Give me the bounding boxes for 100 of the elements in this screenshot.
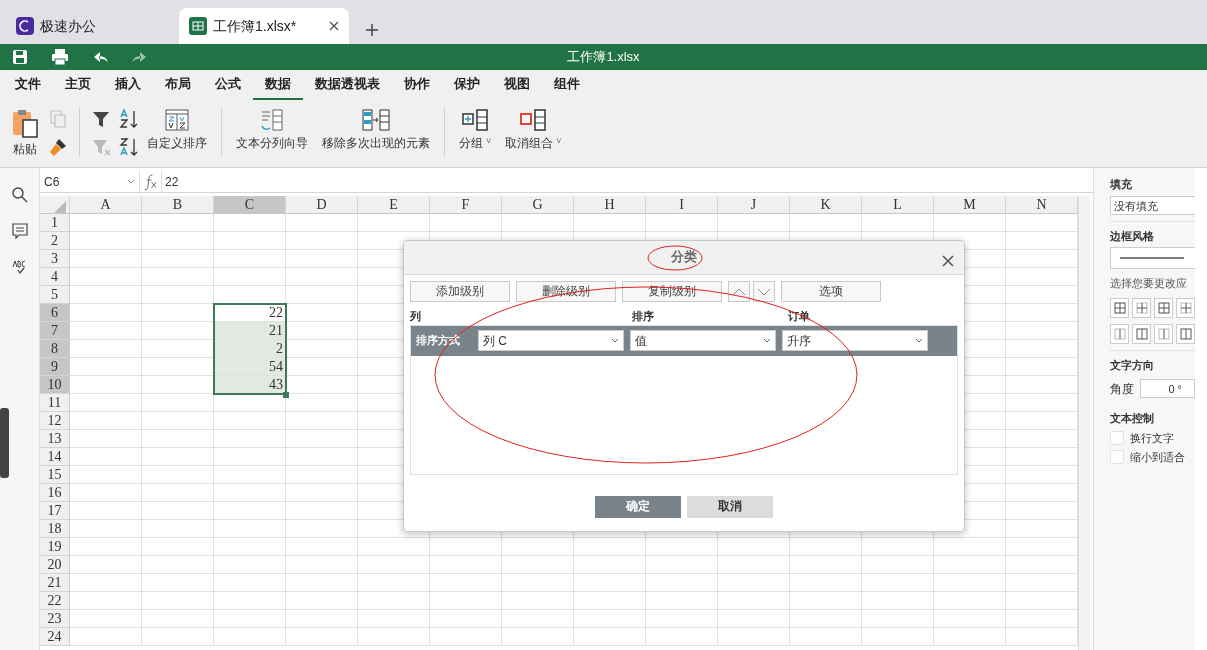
grid-cell[interactable]	[286, 250, 358, 268]
grid-cell[interactable]	[142, 394, 214, 412]
column-header[interactable]: E	[358, 196, 430, 214]
group-button[interactable]: 分组 ˅	[455, 108, 496, 153]
grid-cell[interactable]	[934, 592, 1006, 610]
grid-cell[interactable]	[142, 592, 214, 610]
column-header[interactable]: A	[70, 196, 142, 214]
grid-cell[interactable]	[790, 574, 862, 592]
grid-cell[interactable]	[70, 556, 142, 574]
row-header[interactable]: 20	[40, 556, 70, 574]
row-header[interactable]: 19	[40, 538, 70, 556]
grid-cell[interactable]	[142, 412, 214, 430]
grid-cell[interactable]	[286, 268, 358, 286]
grid-cell[interactable]	[502, 214, 574, 232]
row-header[interactable]: 7	[40, 322, 70, 340]
grid-cell[interactable]	[430, 628, 502, 646]
grid-cell[interactable]	[286, 610, 358, 628]
menu-tab[interactable]: 数据透视表	[303, 70, 392, 100]
grid-cell[interactable]	[358, 628, 430, 646]
grid-cell[interactable]	[142, 556, 214, 574]
grid-cell[interactable]	[214, 520, 286, 538]
row-header[interactable]: 15	[40, 466, 70, 484]
grid-cell[interactable]	[286, 484, 358, 502]
grid-cell[interactable]	[790, 214, 862, 232]
side-handle[interactable]	[0, 408, 9, 478]
grid-cell[interactable]	[646, 628, 718, 646]
grid-cell[interactable]	[862, 574, 934, 592]
row-header[interactable]: 21	[40, 574, 70, 592]
grid-cell[interactable]	[70, 484, 142, 502]
grid-cell[interactable]	[934, 610, 1006, 628]
grid-cell[interactable]	[142, 574, 214, 592]
grid-cell[interactable]	[862, 592, 934, 610]
row-header[interactable]: 24	[40, 628, 70, 646]
grid-cell[interactable]	[142, 430, 214, 448]
grid-cell[interactable]	[790, 610, 862, 628]
grid-cell[interactable]	[862, 610, 934, 628]
grid-cell[interactable]	[214, 232, 286, 250]
menu-tab[interactable]: 协作	[392, 70, 442, 100]
column-header[interactable]: F	[430, 196, 502, 214]
row-header[interactable]: 6	[40, 304, 70, 322]
grid-cell[interactable]	[646, 574, 718, 592]
grid-cell[interactable]	[70, 376, 142, 394]
row-header[interactable]: 16	[40, 484, 70, 502]
grid-cell[interactable]	[934, 538, 1006, 556]
grid-cell[interactable]	[214, 538, 286, 556]
grid-cell[interactable]	[286, 304, 358, 322]
paste-button[interactable]: 粘贴	[6, 108, 44, 159]
row-header[interactable]: 9	[40, 358, 70, 376]
grid-cell[interactable]	[70, 322, 142, 340]
grid-cell[interactable]	[142, 250, 214, 268]
grid-cell[interactable]	[142, 268, 214, 286]
grid-cell[interactable]	[70, 214, 142, 232]
grid-cell[interactable]	[430, 538, 502, 556]
grid-cell[interactable]	[70, 448, 142, 466]
grid-cell[interactable]	[142, 232, 214, 250]
grid-cell[interactable]	[502, 538, 574, 556]
grid-cell[interactable]	[142, 286, 214, 304]
border-option-button[interactable]	[1176, 297, 1195, 318]
column-header[interactable]: L	[862, 196, 934, 214]
border-option-button[interactable]	[1110, 323, 1129, 344]
grid-cell[interactable]	[502, 556, 574, 574]
grid-cell[interactable]	[502, 592, 574, 610]
grid-cell[interactable]	[502, 610, 574, 628]
border-style-dropdown[interactable]	[1110, 247, 1195, 269]
grid-cell[interactable]	[70, 502, 142, 520]
grid-cell[interactable]	[286, 520, 358, 538]
grid-cell[interactable]	[214, 628, 286, 646]
menu-tab[interactable]: 组件	[542, 70, 592, 100]
grid-cell[interactable]	[286, 628, 358, 646]
grid-cell[interactable]	[718, 214, 790, 232]
ungroup-button[interactable]: 取消组合 ˅	[501, 108, 566, 153]
grid-cell[interactable]	[430, 592, 502, 610]
grid-cell[interactable]	[286, 322, 358, 340]
grid-cell[interactable]	[430, 574, 502, 592]
grid-cell[interactable]	[646, 610, 718, 628]
grid-cell[interactable]	[574, 592, 646, 610]
grid-cell[interactable]	[574, 214, 646, 232]
grid-cell[interactable]	[214, 448, 286, 466]
row-header[interactable]: 2	[40, 232, 70, 250]
grid-cell[interactable]	[286, 592, 358, 610]
grid-cell[interactable]	[790, 556, 862, 574]
grid-cell[interactable]	[718, 574, 790, 592]
grid-cell[interactable]	[646, 592, 718, 610]
sort-ascending-icon[interactable]	[118, 108, 140, 130]
grid-cell[interactable]	[214, 268, 286, 286]
border-option-button[interactable]	[1132, 297, 1151, 318]
grid-cell[interactable]	[142, 502, 214, 520]
grid-cell[interactable]	[214, 250, 286, 268]
ok-button[interactable]: 确定	[595, 495, 681, 518]
select-field[interactable]: 升序	[782, 330, 928, 351]
border-option-button[interactable]	[1154, 297, 1173, 318]
grid-cell[interactable]	[214, 502, 286, 520]
select-all-corner[interactable]	[40, 196, 70, 214]
menu-tab[interactable]: 保护	[442, 70, 492, 100]
grid-cell[interactable]	[214, 592, 286, 610]
grid-cell[interactable]	[70, 430, 142, 448]
grid-cell[interactable]	[718, 556, 790, 574]
formula-field[interactable]: 22	[162, 171, 1093, 192]
grid-cell[interactable]	[142, 484, 214, 502]
grid-cell[interactable]	[430, 556, 502, 574]
